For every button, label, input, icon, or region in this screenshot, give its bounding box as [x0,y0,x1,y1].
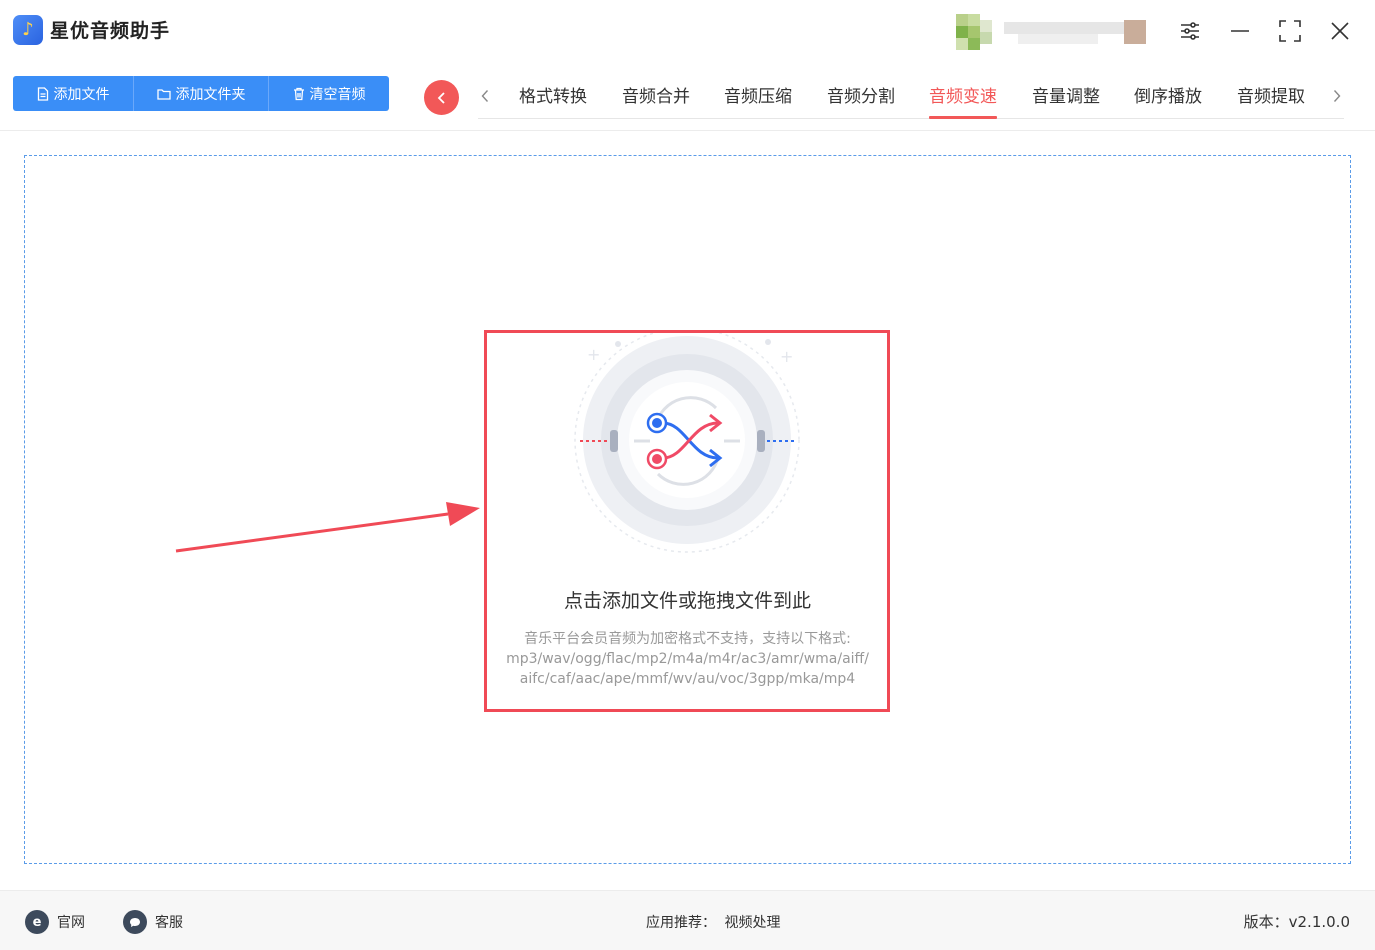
support-link[interactable]: 客服 [123,910,183,934]
chat-bubble-icon [123,910,147,934]
footer-bar: e 官网 客服 应用推荐： 视频处理 版本：v2.1.0.0 [0,890,1375,950]
recommend-link[interactable]: 视频处理 [724,915,780,931]
version-text: 版本：v2.1.0.0 [1243,913,1350,931]
support-label: 客服 [155,915,183,931]
website-label: 官网 [57,915,85,931]
website-link[interactable]: e 官网 [25,910,85,934]
recommend-label: 应用推荐： [646,915,716,931]
app-recommendation: 应用推荐： 视频处理 [646,912,780,932]
annotation-highlight-box [484,330,890,712]
ie-browser-icon: e [25,910,49,934]
